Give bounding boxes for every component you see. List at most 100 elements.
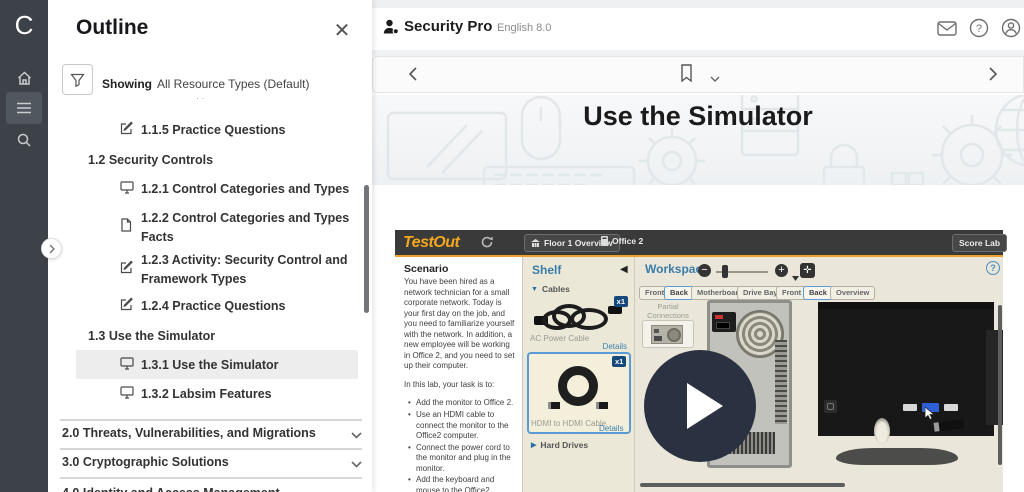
course-title: Security Pro [404, 18, 492, 35]
chevron-down-icon [710, 76, 720, 82]
outline-menu-button[interactable] [6, 92, 42, 124]
bookmark-menu-button[interactable] [710, 69, 720, 87]
outline-item-115[interactable]: 1.1.5 Practice Questions [120, 121, 286, 140]
monitor-power-socket [824, 400, 837, 413]
home-button[interactable] [6, 62, 42, 94]
app-window: C Outline ✕ Showing All Resource Types (… [0, 0, 1024, 492]
outline-item-12[interactable]: 1.2 Security Controls [88, 151, 213, 170]
divider [60, 477, 362, 479]
outline-item-label: 1.2.2 Control Categories and Types Facts [141, 209, 366, 248]
monitor-icon [120, 356, 134, 370]
details-link: Details [603, 342, 627, 351]
clipped-outline-item: · · [196, 93, 205, 103]
mouse-cursor [925, 407, 935, 425]
help-icon: ? [969, 18, 989, 38]
hard-drives-section: ▶ Hard Drives [531, 440, 588, 450]
outline-item-label: 1.3 Use the Simulator [88, 329, 215, 343]
score-lab-button: Score Lab [952, 234, 1007, 252]
edit-icon [120, 121, 134, 135]
triangle-down-icon: ▼ [531, 286, 538, 293]
monitor-port [944, 404, 958, 411]
monitor-base [836, 448, 958, 465]
monitor-port [903, 404, 917, 411]
outline-scrollbar[interactable] [364, 185, 369, 313]
testout-logo: TestOut [403, 234, 459, 252]
menu-icon [16, 101, 32, 115]
task-item: •Add the keyboard and mouse to the Offic… [408, 475, 516, 492]
shelf-item-ac-power: x1 AC Power Cable Details [528, 294, 630, 350]
edit-icon [120, 297, 134, 311]
play-icon [687, 383, 723, 429]
outline-title: Outline [76, 16, 148, 40]
bookmark-button[interactable] [679, 63, 694, 88]
section-row-30[interactable]: 3.0 Cryptographic Solutions [62, 455, 362, 473]
task-text: Use an HDMI cable to connect the monitor… [416, 410, 516, 442]
outline-item-123[interactable]: 1.2.3 Activity: Security Control and Fra… [120, 251, 366, 290]
hdmi-plug-left [548, 402, 560, 409]
lesson-nav-bar [372, 56, 1024, 93]
zoom-out-icon: − [698, 264, 711, 277]
task-list: •Add the monitor to Office 2. •Use an HD… [408, 398, 516, 492]
cables-section: ▼ Cables [531, 284, 570, 294]
collapse-panel-button[interactable] [41, 238, 62, 259]
details-link: Details [599, 424, 623, 433]
edit-icon [120, 260, 134, 274]
tab-overview: Overview [830, 286, 875, 300]
messages-button[interactable] [936, 17, 958, 39]
partial-connections-label: Partial Connections [638, 302, 698, 320]
top-strip [372, 0, 1024, 8]
tab-tower-back: Back [664, 286, 694, 300]
triangle-right-icon: ▶ [531, 441, 536, 449]
chevron-left-icon [409, 67, 417, 81]
outline-item-label: 1.1.5 Practice Questions [141, 121, 286, 140]
partial-connections-thumbnail [642, 320, 694, 348]
next-lesson-button[interactable] [982, 63, 1004, 85]
scenario-task-intro: In this lab, your task is to: [404, 380, 516, 391]
outline-item-132[interactable]: 1.3.2 Labsim Features [120, 385, 272, 404]
search-button[interactable] [6, 124, 42, 156]
zoom-in-icon: + [775, 264, 788, 277]
outline-item-13[interactable]: 1.3 Use the Simulator [88, 327, 215, 346]
close-outline-button[interactable]: ✕ [330, 20, 354, 44]
bullet: • [408, 475, 416, 492]
divider [60, 448, 362, 450]
section-row-20[interactable]: 2.0 Threats, Vulnerabilities, and Migrat… [62, 426, 362, 444]
video-play-button[interactable] [644, 350, 756, 462]
page-title: Use the Simulator [372, 101, 1024, 132]
outline-item-122[interactable]: 1.2.2 Control Categories and Types Facts [120, 209, 366, 248]
office2-label: Office 2 [612, 236, 643, 246]
section-label: 2.0 Threats, Vulnerabilities, and Migrat… [62, 426, 316, 444]
outline-item-121[interactable]: 1.2.1 Control Categories and Types [120, 180, 349, 199]
help-button[interactable]: ? [968, 17, 990, 39]
outline-item-124[interactable]: 1.2.4 Practice Questions [120, 297, 286, 316]
filter-button[interactable] [62, 64, 93, 95]
quantity-badge: x1 [614, 296, 628, 307]
brand-logo: C [8, 8, 40, 42]
account-button[interactable] [1000, 17, 1022, 39]
account-icon [1001, 18, 1021, 38]
showing-filter-value[interactable]: All Resource Types (Default) [157, 77, 310, 91]
chevron-down-icon [351, 455, 362, 473]
outline-item-label: 1.3.2 Labsim Features [141, 385, 272, 404]
workspace-horizontal-scrollbar [640, 483, 845, 487]
outline-panel: Outline ✕ Showing All Resource Types (De… [48, 0, 372, 492]
outline-item-label: 1.2.4 Practice Questions [141, 297, 286, 316]
chevron-down-icon [351, 426, 362, 444]
section-label: 3.0 Cryptographic Solutions [62, 455, 229, 473]
pan-tool-icon: ✛ [800, 263, 815, 278]
outline-item-131-selected[interactable]: 1.3.1 Use the Simulator [120, 356, 279, 375]
task-text: Add the keyboard and mouse to the Office… [416, 475, 516, 492]
ac-power-cable-image [534, 302, 622, 332]
item-name: AC Power Cable [530, 334, 589, 343]
task-item: •Use an HDMI cable to connect the monito… [408, 410, 516, 442]
chevron-right-icon [989, 67, 997, 81]
previous-lesson-button[interactable] [402, 63, 424, 85]
bullet: • [408, 410, 416, 442]
task-item: •Connect the power cord to the monitor a… [408, 443, 516, 475]
showing-label: Showing [102, 77, 152, 91]
workspace-vertical-scrollbar [998, 305, 1002, 465]
shelf-collapse-arrow: ◀ [620, 264, 628, 275]
section-row-40[interactable]: 4.0 Identity and Access Management [62, 484, 362, 492]
psu-thumbnail [651, 325, 683, 344]
bullet: • [408, 398, 416, 409]
